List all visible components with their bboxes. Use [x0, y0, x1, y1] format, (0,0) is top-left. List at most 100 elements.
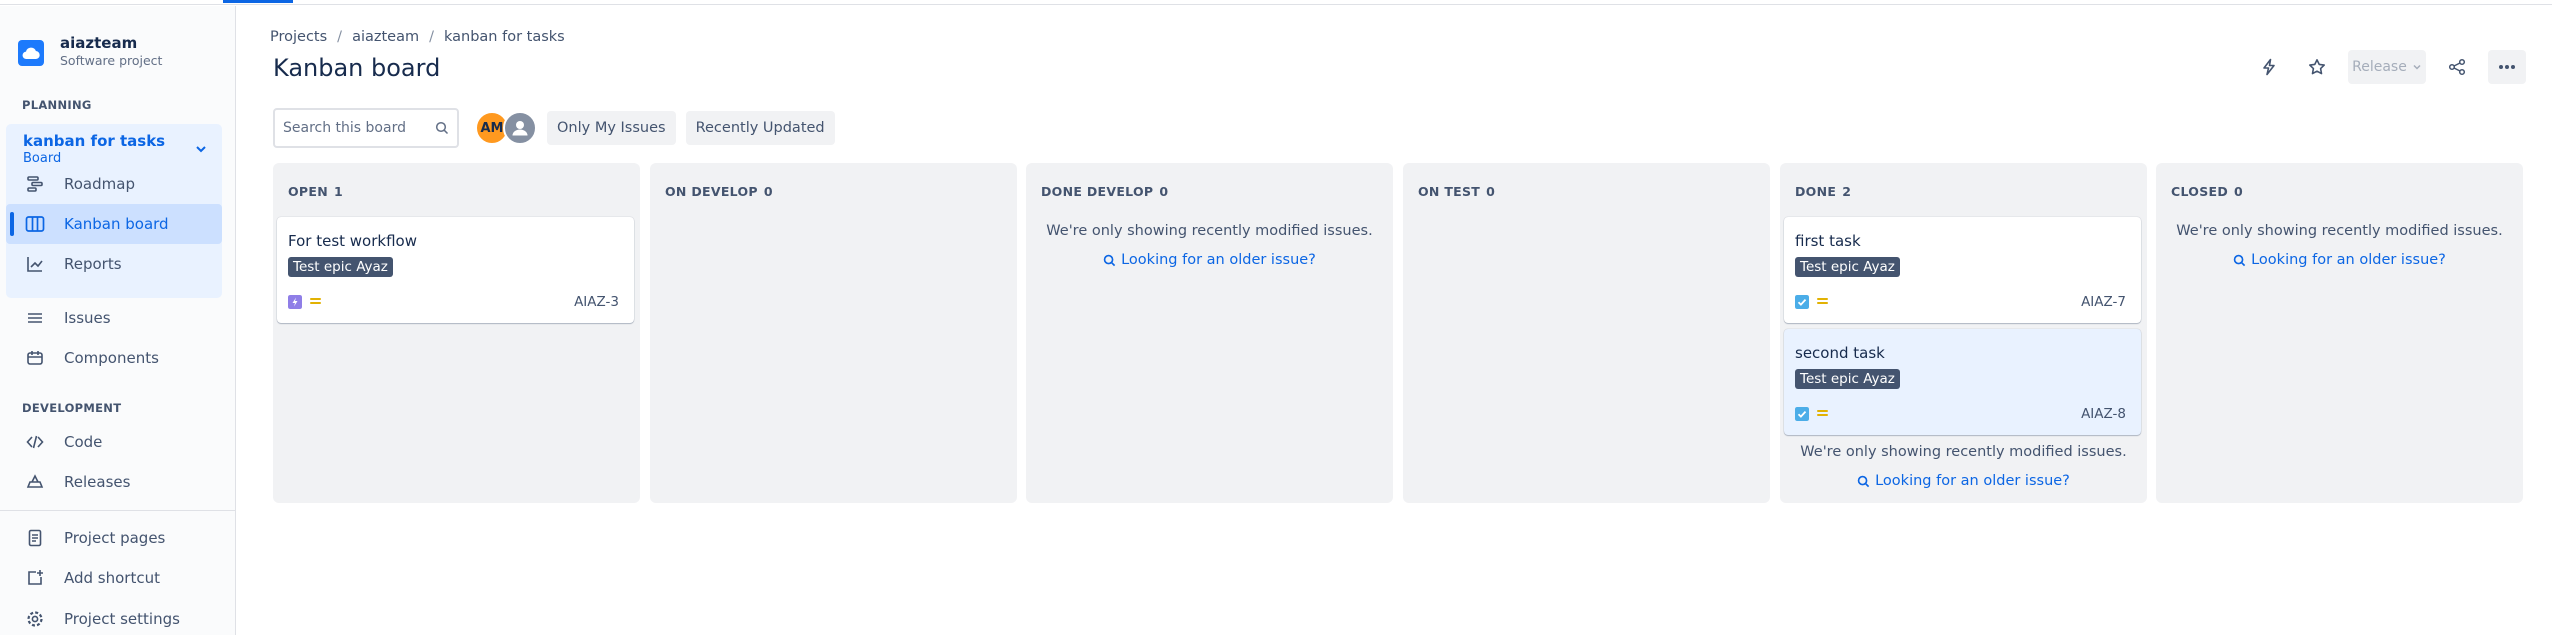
priority-medium-icon — [1817, 298, 1828, 304]
sidebar-divider — [0, 510, 236, 511]
roadmap-icon — [24, 173, 46, 195]
issue-card[interactable]: For test workflow Test epic Ayaz AIAZ-3 — [277, 217, 634, 323]
release-button[interactable]: Release — [2348, 50, 2426, 84]
share-button[interactable] — [2440, 50, 2474, 84]
breadcrumb-project[interactable]: aiazteam — [352, 29, 419, 45]
board-column-done: DONE 2 first task Test epic Ayaz AIAZ-7 s… — [1780, 163, 2147, 503]
issue-card[interactable]: second task Test epic Ayaz AIAZ-8 — [1784, 329, 2141, 435]
priority-medium-icon — [1817, 410, 1828, 416]
sidebar-item-label: Project settings — [64, 610, 180, 628]
avatar-initials: AM — [480, 120, 504, 136]
recent-only-message: We're only showing recently modified iss… — [1800, 444, 2127, 460]
issue-key[interactable]: AIAZ-8 — [2081, 406, 2126, 422]
issues-icon — [24, 307, 46, 329]
project-name: aiazteam — [60, 34, 138, 52]
board-column-on-test: ON TEST 0 — [1403, 163, 1770, 503]
sidebar-item-label: Kanban board — [64, 215, 169, 233]
sidebar-item-components[interactable]: Components — [6, 338, 222, 378]
sidebar-item-releases[interactable]: Releases — [6, 462, 222, 502]
avatar-unassigned[interactable] — [503, 111, 537, 145]
board-column-done-develop: DONE DEVELOP 0 We're only showing recentl… — [1026, 163, 1393, 503]
board-title: kanban for tasks — [23, 132, 166, 150]
column-count: 2 — [1842, 184, 1852, 199]
breadcrumb: Projects / aiazteam / kanban for tasks — [270, 29, 565, 45]
reports-icon — [24, 253, 46, 275]
task-type-icon — [1795, 295, 1809, 309]
project-cloud-icon — [18, 40, 44, 66]
column-count: 1 — [334, 184, 343, 199]
settings-icon — [24, 608, 46, 630]
issue-card[interactable]: first task Test epic Ayaz AIAZ-7 — [1784, 217, 2141, 323]
breadcrumb-projects[interactable]: Projects — [270, 29, 327, 45]
column-name: ON TEST — [1418, 184, 1481, 199]
column-header: OPEN 1 — [288, 184, 343, 199]
column-count: 0 — [2234, 184, 2244, 199]
star-button[interactable] — [2300, 50, 2334, 84]
search-input[interactable]: Search this board — [273, 108, 459, 148]
older-issue-link-label: Looking for an older issue? — [1875, 473, 2070, 489]
sidebar-item-label: Components — [64, 349, 159, 367]
issue-title: second task — [1795, 344, 1885, 362]
board-column-closed: CLOSED 0 We're only showing recently modi… — [2156, 163, 2523, 503]
column-header: DONE 2 — [1795, 184, 1851, 199]
older-issue-link-label: Looking for an older issue? — [1121, 252, 1316, 268]
column-name: DONE — [1795, 184, 1837, 199]
column-count: 0 — [763, 184, 773, 199]
older-issue-link[interactable]: Looking for an older issue? — [2156, 252, 2523, 268]
sidebar-item-label: Add shortcut — [64, 569, 160, 587]
breadcrumb-board[interactable]: kanban for tasks — [444, 29, 565, 45]
epic-label: Test epic Ayaz — [1795, 257, 1900, 277]
column-name: DONE DEVELOP — [1041, 184, 1154, 199]
search-icon — [2233, 254, 2246, 266]
search-icon — [1103, 254, 1116, 266]
sidebar-item-project-settings[interactable]: Project settings — [6, 599, 222, 639]
board-switcher[interactable]: kanban for tasks Board — [23, 132, 165, 168]
star-icon — [2309, 59, 2325, 75]
sidebar-item-reports[interactable]: Reports — [6, 244, 222, 284]
sidebar-item-issues[interactable]: Issues — [6, 298, 222, 338]
column-header: ON DEVELOP 0 — [665, 184, 773, 199]
issue-title: first task — [1795, 232, 1861, 250]
chevron-down-icon — [2413, 64, 2421, 70]
sidebar-item-project-pages[interactable]: Project pages — [6, 518, 222, 558]
column-count: 0 — [1486, 184, 1496, 199]
sidebar-item-label: Issues — [64, 309, 111, 327]
board-column-on-develop: ON DEVELOP 0 — [650, 163, 1017, 503]
project-type: Software project — [60, 53, 163, 68]
board-icon — [24, 213, 46, 235]
board-column-open: OPEN 1 For test workflow Test epic Ayaz A… — [273, 163, 640, 503]
issue-key[interactable]: AIAZ-3 — [574, 294, 619, 310]
sidebar-item-kanban-board[interactable]: Kanban board — [6, 204, 222, 244]
filter-recently-updated[interactable]: Recently Updated — [685, 111, 835, 145]
chevron-down-icon[interactable] — [194, 142, 208, 156]
sidebar-item-roadmap[interactable]: Roadmap — [6, 164, 222, 204]
breadcrumb-separator: / — [337, 29, 343, 45]
assignee-avatars: AM — [475, 111, 537, 145]
sidebar-item-label: Project pages — [64, 529, 166, 547]
release-label: Release — [2352, 59, 2407, 75]
code-icon — [24, 431, 46, 453]
search-placeholder: Search this board — [283, 120, 406, 136]
project-header[interactable]: aiazteam Software project — [18, 34, 162, 70]
filter-only-my-issues[interactable]: Only My Issues — [547, 111, 676, 145]
planning-section-label: PLANNING — [22, 98, 92, 112]
sidebar-item-code[interactable]: Code — [6, 422, 222, 462]
project-sidebar: aiazteam Software project PLANNING kanba… — [0, 6, 236, 635]
lightning-icon — [2263, 58, 2275, 76]
sidebar-item-add-shortcut[interactable]: Add shortcut — [6, 558, 222, 598]
more-actions-button[interactable] — [2488, 50, 2526, 84]
breadcrumb-separator: / — [429, 29, 434, 45]
automation-button[interactable] — [2252, 50, 2286, 84]
page-title: Kanban board — [273, 54, 441, 82]
issue-key[interactable]: AIAZ-7 — [2081, 294, 2126, 310]
issue-title: For test workflow — [288, 232, 417, 250]
more-icon — [2499, 65, 2515, 69]
pages-icon — [24, 527, 46, 549]
older-issue-link[interactable]: Looking for an older issue? — [1780, 473, 2147, 489]
epic-label: Test epic Ayaz — [1795, 369, 1900, 389]
top-navigation-bar — [0, 0, 2552, 5]
older-issue-link-label: Looking for an older issue? — [2251, 252, 2446, 268]
task-type-icon — [1795, 407, 1809, 421]
older-issue-link[interactable]: Looking for an older issue? — [1026, 252, 1393, 268]
recent-only-message: We're only showing recently modified iss… — [1046, 223, 1373, 239]
